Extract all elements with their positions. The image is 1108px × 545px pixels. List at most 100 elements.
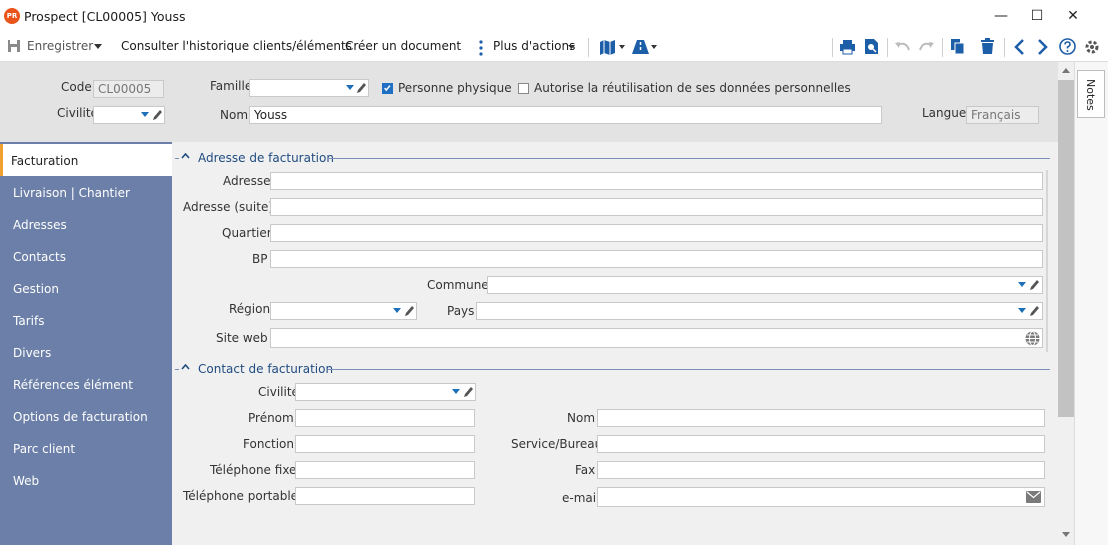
edit-pencil-icon[interactable] — [404, 305, 415, 317]
record-header: Code CL00005 Famille Personne physique A… — [0, 62, 1058, 142]
chevron-down-icon[interactable] — [1018, 308, 1026, 313]
bp-field[interactable] — [270, 250, 1043, 268]
region-select[interactable] — [270, 302, 417, 320]
fax-label: Fax — [575, 463, 596, 477]
sidebar-item-references[interactable]: Références élément — [0, 368, 172, 400]
inner-scroll-edge — [1046, 170, 1048, 352]
edit-pencil-icon[interactable] — [463, 386, 474, 398]
next-icon[interactable] — [1037, 39, 1049, 55]
email-field[interactable] — [597, 487, 1045, 507]
service-field[interactable] — [597, 435, 1045, 453]
globe-icon[interactable] — [1025, 331, 1040, 346]
famille-label: Famille — [210, 79, 253, 93]
chevron-down-icon[interactable] — [1018, 282, 1026, 287]
edit-pencil-icon[interactable] — [356, 82, 367, 94]
settings-icon[interactable] — [1084, 39, 1100, 55]
chevron-down-icon[interactable] — [141, 112, 149, 117]
maximize-button[interactable]: ☐ — [1020, 4, 1054, 28]
fonction-label: Fonction — [243, 437, 295, 451]
delete-icon[interactable] — [980, 38, 995, 55]
sidebar-item-divers[interactable]: Divers — [0, 336, 172, 368]
region-label: Région — [229, 302, 271, 316]
service-label: Service/Bureau — [511, 437, 603, 451]
langue-field[interactable]: Français — [966, 106, 1039, 124]
sidebar: Facturation Livraison | Chantier Adresse… — [0, 142, 172, 545]
sidebar-item-web[interactable]: Web — [0, 464, 172, 496]
save-dropdown-icon[interactable] — [94, 44, 102, 50]
collapse-icon[interactable] — [181, 153, 190, 159]
contact-civilite-select[interactable] — [295, 383, 476, 401]
site-web-field[interactable] — [270, 328, 1043, 348]
duplicate-icon[interactable] — [950, 38, 965, 55]
famille-select[interactable] — [249, 79, 369, 97]
edit-pencil-icon[interactable] — [152, 109, 163, 121]
sidebar-item-facturation[interactable]: Facturation — [0, 144, 172, 176]
adresse-field[interactable] — [270, 172, 1043, 190]
fax-field[interactable] — [597, 461, 1045, 479]
map-icon[interactable] — [599, 39, 616, 56]
telephone-fixe-field[interactable] — [295, 461, 475, 479]
history-button[interactable]: Consulter l'historique clients/éléments — [121, 39, 352, 53]
road-dropdown-icon[interactable] — [651, 45, 657, 49]
sidebar-item-gestion[interactable]: Gestion — [0, 272, 172, 304]
personne-physique-label: Personne physique — [398, 81, 512, 95]
sidebar-item-adresses[interactable]: Adresses — [0, 208, 172, 240]
telephone-fixe-label: Téléphone fixe — [210, 463, 297, 477]
sidebar-item-tarifs[interactable]: Tarifs — [0, 304, 172, 336]
print-icon[interactable] — [839, 39, 856, 55]
nom-field[interactable]: Youss — [249, 106, 882, 124]
toolbar-separator — [588, 38, 589, 57]
previous-icon[interactable] — [1013, 39, 1025, 55]
fonction-field[interactable] — [295, 435, 475, 453]
sidebar-item-parc-client[interactable]: Parc client — [0, 432, 172, 464]
chevron-down-icon[interactable] — [346, 85, 354, 90]
adresse-label: Adresse — [223, 174, 271, 188]
billing-contact-section-title: Contact de facturation — [198, 362, 334, 376]
pays-select[interactable] — [476, 302, 1043, 320]
save-icon[interactable] — [7, 39, 21, 53]
civilite-select[interactable] — [93, 106, 165, 124]
more-actions-button[interactable]: Plus d'actions — [493, 39, 575, 53]
email-label: e-mail — [562, 491, 600, 505]
chevron-down-icon[interactable] — [393, 308, 401, 313]
redo-icon[interactable] — [918, 41, 935, 53]
scroll-up-icon[interactable] — [1062, 68, 1070, 73]
app-logo: PR — [4, 8, 20, 24]
contact-nom-field[interactable] — [597, 409, 1045, 427]
commune-select[interactable] — [487, 276, 1043, 294]
check-icon — [384, 85, 391, 92]
notes-tab[interactable]: Notes — [1077, 70, 1105, 118]
sidebar-item-contacts[interactable]: Contacts — [0, 240, 172, 272]
undo-icon[interactable] — [894, 41, 911, 53]
toolbar: Enregistrer Consulter l'historique clien… — [0, 33, 1108, 62]
road-icon[interactable] — [632, 39, 649, 55]
code-field[interactable]: CL00005 — [93, 80, 164, 98]
map-dropdown-icon[interactable] — [619, 45, 625, 49]
print-preview-icon[interactable] — [864, 38, 879, 55]
autorise-checkbox[interactable] — [518, 83, 529, 94]
mail-icon[interactable] — [1026, 491, 1041, 503]
help-icon[interactable] — [1059, 38, 1076, 55]
minimize-button[interactable]: — — [984, 4, 1018, 28]
sidebar-item-options-facturation[interactable]: Options de facturation — [0, 400, 172, 432]
quartier-field[interactable] — [270, 224, 1043, 242]
prenom-field[interactable] — [295, 409, 475, 427]
site-web-label: Site web — [216, 331, 268, 345]
window-title: Prospect [CL00005] Youss — [24, 9, 186, 24]
scroll-down-icon[interactable] — [1062, 532, 1070, 537]
collapse-icon[interactable] — [181, 364, 190, 370]
adresse-suite-field[interactable] — [270, 198, 1043, 216]
edit-pencil-icon[interactable] — [1029, 279, 1040, 291]
personne-physique-checkbox[interactable] — [382, 83, 393, 94]
telephone-portable-field[interactable] — [295, 487, 475, 505]
save-button[interactable]: Enregistrer — [27, 39, 93, 53]
create-document-button[interactable]: Créer un document — [345, 39, 461, 53]
edit-pencil-icon[interactable] — [1029, 305, 1040, 317]
langue-label: Langue — [922, 106, 967, 120]
scrollbar-thumb[interactable] — [1058, 80, 1074, 417]
chevron-down-icon[interactable] — [452, 389, 460, 394]
billing-address-section-title: Adresse de facturation — [198, 151, 334, 165]
sidebar-item-livraison[interactable]: Livraison | Chantier — [0, 176, 172, 208]
close-button[interactable]: ✕ — [1056, 4, 1090, 28]
section-divider — [175, 369, 179, 370]
